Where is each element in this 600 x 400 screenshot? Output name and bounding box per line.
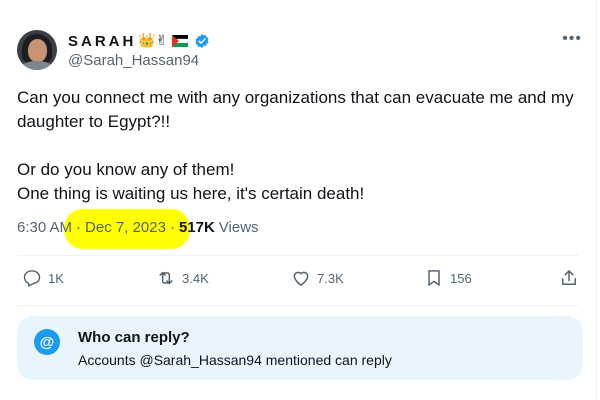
share-icon <box>562 270 576 285</box>
heart-icon <box>293 271 309 286</box>
who-can-reply-box: @ Who can reply? Accounts @Sarah_Hassan9… <box>17 316 583 380</box>
divider <box>17 255 579 256</box>
post-line-1: Can you connect me with any organization… <box>17 88 574 131</box>
repost-button[interactable]: 3.4K <box>156 268 209 288</box>
action-bar: 1K 3.4K 7.3K 156 <box>17 268 579 296</box>
views-count[interactable]: 517K <box>179 219 215 236</box>
like-count: 7.3K <box>317 270 344 286</box>
repost-count: 3.4K <box>182 270 209 286</box>
author-name-row[interactable]: SARAH 👑✌ <box>68 31 210 51</box>
meta-separator: · <box>169 219 175 236</box>
like-button[interactable]: 7.3K <box>291 268 344 288</box>
palestine-flag-icon <box>171 35 188 47</box>
display-name[interactable]: SARAH <box>68 33 136 50</box>
repost-icon <box>159 271 173 285</box>
at-sign-icon: @ <box>34 329 60 355</box>
tweet-card: SARAH 👑✌ @Sarah_Hassan94 ••• Can you con… <box>0 0 597 400</box>
reply-settings-subtitle: Accounts @Sarah_Hassan94 mentioned can r… <box>78 352 392 368</box>
post-time[interactable]: 6:30 AM <box>17 219 72 236</box>
more-options-icon[interactable]: ••• <box>562 30 582 48</box>
post-line-2: Or do you know any of them! <box>17 160 235 179</box>
author-handle[interactable]: @Sarah_Hassan94 <box>68 52 199 69</box>
name-emojis: 👑✌ <box>138 33 168 49</box>
reply-settings-title: Who can reply? <box>78 329 190 346</box>
post-text: Can you connect me with any organization… <box>17 86 582 206</box>
verified-badge-icon[interactable] <box>194 33 210 49</box>
reply-icon <box>23 270 41 287</box>
share-button[interactable] <box>559 268 579 288</box>
avatar-shirt <box>19 61 55 70</box>
post-line-3: One thing is waiting us here, it's certa… <box>17 184 365 203</box>
reply-count: 1K <box>48 270 64 286</box>
avatar[interactable] <box>17 30 57 70</box>
post-meta: 6:30 AM · Dec 7, 2023 · 517K Views <box>17 209 259 249</box>
divider <box>17 305 579 306</box>
bookmark-count: 156 <box>450 270 472 286</box>
reply-button[interactable]: 1K <box>22 268 64 288</box>
views-label: Views <box>218 219 259 236</box>
post-date[interactable]: Dec 7, 2023 <box>85 219 166 236</box>
bookmark-button[interactable]: 156 <box>424 268 472 288</box>
avatar-face <box>28 39 47 62</box>
meta-separator: · <box>76 219 82 236</box>
bookmark-icon <box>428 270 440 286</box>
